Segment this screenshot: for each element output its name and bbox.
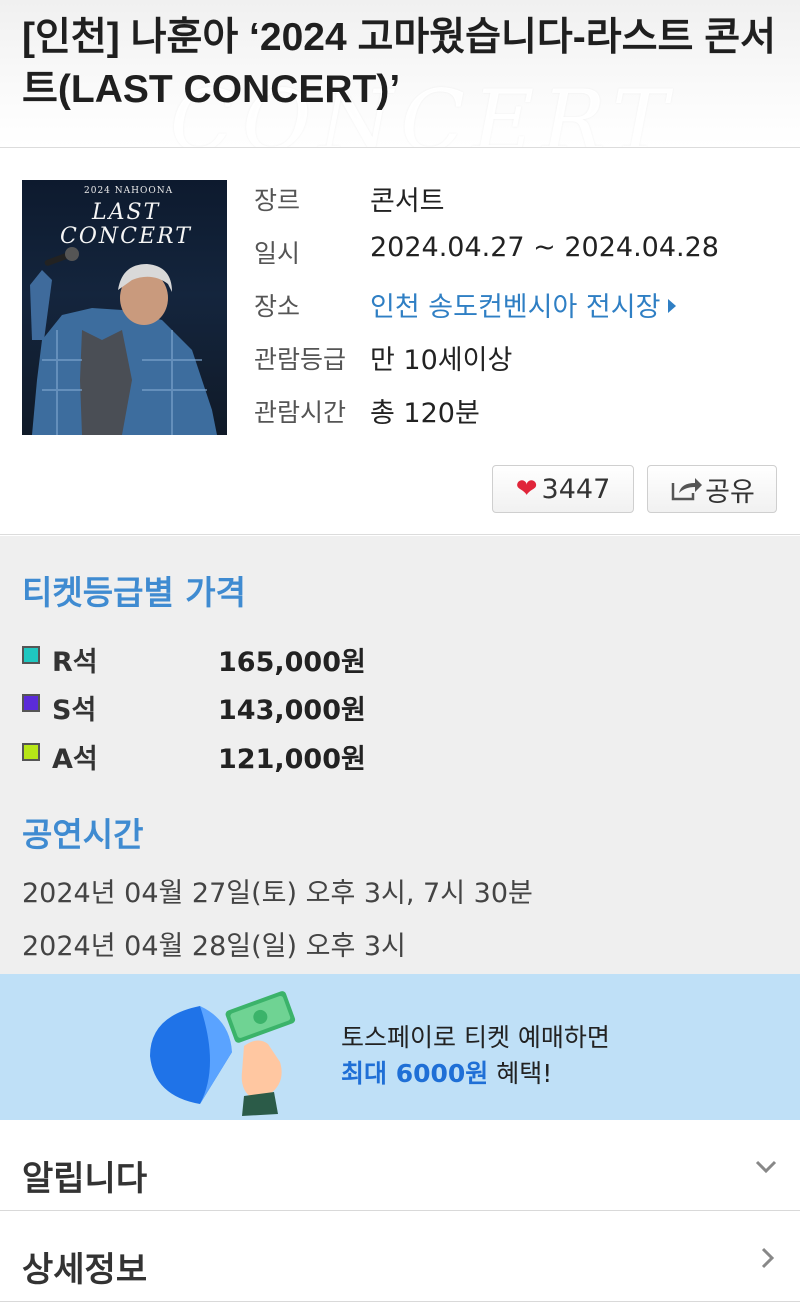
like-count: 3447 [541,473,611,505]
page-header: CONCERT [인천] 나훈아 ‘2024 고마웠습니다-라스트 콘서트(LA… [0,0,800,148]
heart-icon: ❤ [515,474,538,504]
showtime-line: 2024년 04월 27일(토) 오후 3시, 7시 30분 [22,878,533,909]
seat-color-swatch [22,646,40,664]
like-button[interactable]: ❤ 3447 [492,465,634,513]
share-icon [671,478,703,501]
share-label: 공유 [705,476,755,508]
seat-color-swatch [22,694,40,712]
venue-value: 인천 송도컨벤시아 전시장 [370,292,661,323]
runtime-value: 총 120분 [370,398,480,429]
poster-performer-illustration [30,247,217,435]
chevron-right-icon [761,1247,775,1269]
accordion-notice[interactable]: 알립니다 [0,1121,800,1211]
poster-image[interactable]: 2024 NAHOONA LAST CONCERT [22,180,227,435]
accordion-notice-title: 알립니다 [22,1159,148,1199]
rating-label: 관람등급 [254,345,347,374]
seat-grade: R석 [52,647,98,678]
rating-value: 만 10세이상 [370,345,513,376]
seat-grade: A석 [52,744,98,775]
venue-link[interactable]: 인천 송도컨벤시아 전시장 [370,285,677,324]
page-title: [인천] 나훈아 ‘2024 고마웠습니다-라스트 콘서트(LAST CONCE… [22,16,776,111]
venue-label: 장소 [254,292,301,321]
performance-info: 2024 NAHOONA LAST CONCERT 장르 콘서트 일시 2024… [0,149,800,535]
share-button[interactable]: 공유 [647,465,777,513]
price-and-time-section: 티켓등급별 가격 R석 165,000원 S석 143,000원 A석 121,… [0,536,800,974]
date-value: 2024.04.27 ~ 2024.04.28 [370,232,719,263]
accordion-details-title: 상세정보 [22,1250,148,1290]
runtime-label: 관람시간 [254,398,347,427]
seat-price: 121,000원 [218,744,366,775]
toss-pay-promo-banner[interactable]: 토스페이로 티켓 예매하면 최대 6000원 혜택! [0,974,800,1120]
banner-text-line1: 토스페이로 티켓 예매하면 [341,1023,610,1052]
toss-pay-money-illustration [150,991,296,1116]
seat-price: 143,000원 [218,695,366,726]
genre-label: 장르 [254,186,301,215]
price-section-title: 티켓등급별 가격 [22,573,247,612]
showtime-line: 2024년 04월 28일(일) 오후 3시 [22,931,406,962]
seat-grade: S석 [52,695,97,726]
seat-color-swatch [22,743,40,761]
chevron-down-icon [755,1160,777,1174]
banner-text-line2: 최대 6000원 혜택! [341,1054,552,1090]
accordion-details[interactable]: 상세정보 [0,1212,800,1302]
genre-value: 콘서트 [370,186,445,217]
banner-text-rest: 혜택! [488,1059,553,1088]
banner-highlight: 최대 6000원 [341,1059,489,1088]
date-label: 일시 [254,239,301,268]
caret-right-icon [668,299,677,313]
showtime-section-title: 공연시간 [22,815,144,854]
seat-price: 165,000원 [218,647,366,678]
